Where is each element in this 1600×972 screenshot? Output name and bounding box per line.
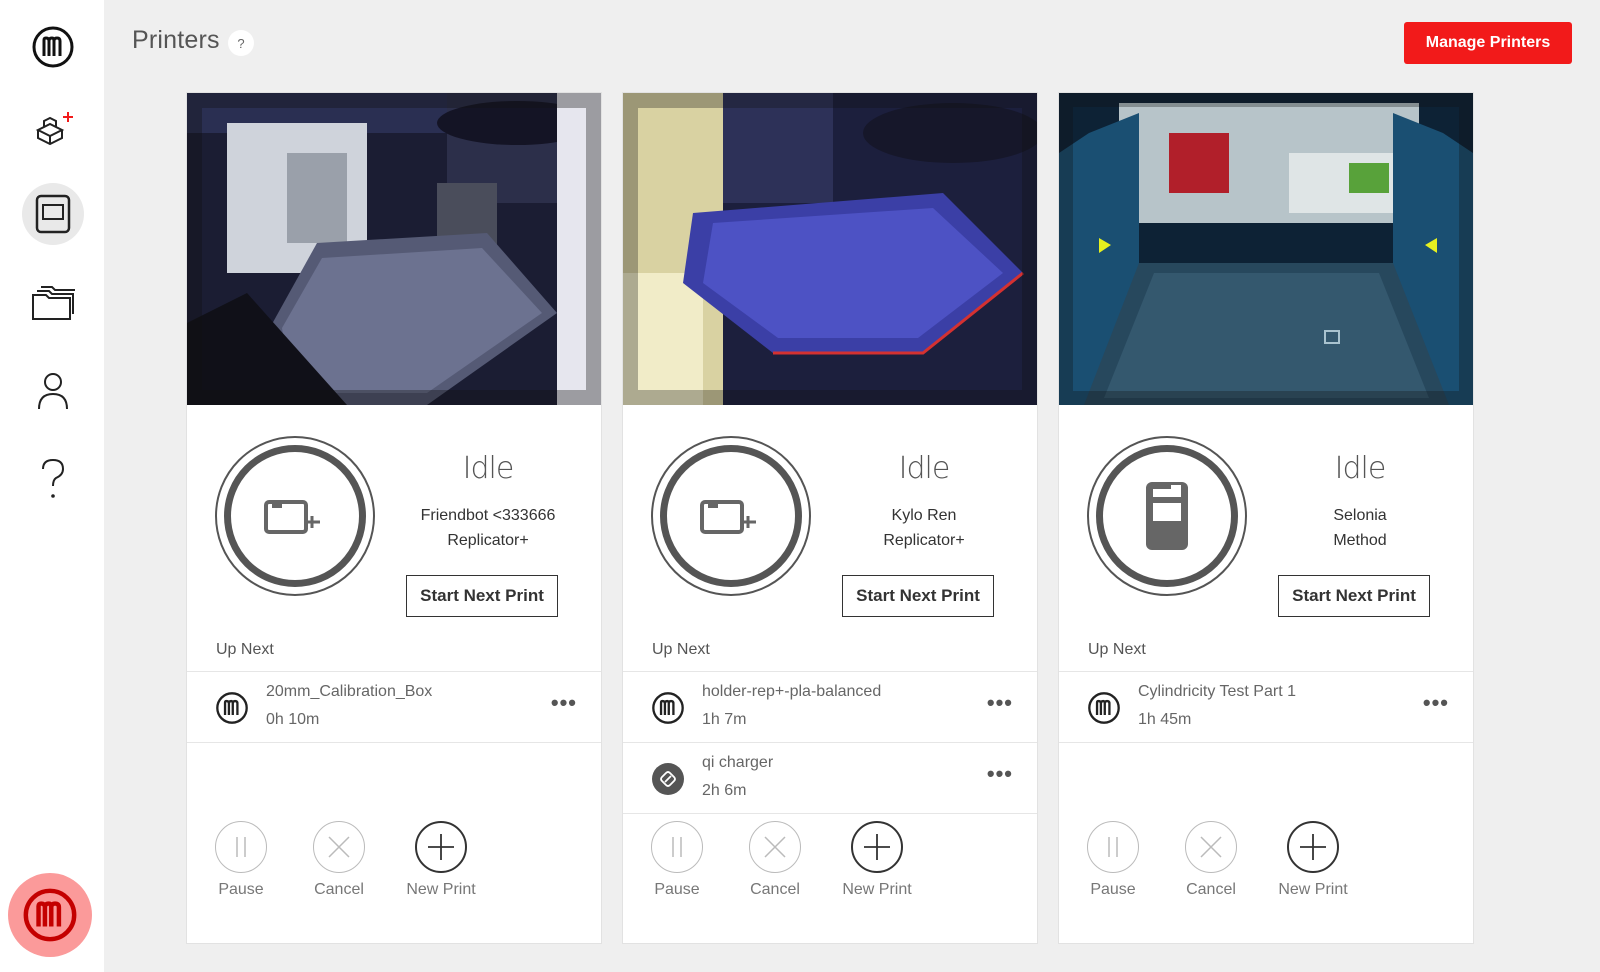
more-options-icon[interactable]: ••• <box>1423 690 1449 716</box>
plus-icon <box>415 821 467 873</box>
start-next-print-button[interactable]: Start Next Print <box>1278 575 1430 617</box>
new-print-label: New Print <box>1278 881 1348 898</box>
cancel-button[interactable]: Cancel <box>299 821 379 899</box>
queue-item[interactable]: 20mm_Calibration_Box 0h 10m ••• <box>187 672 601 743</box>
replicator-printer-icon <box>660 445 802 587</box>
new-print-label: New Print <box>406 881 476 898</box>
pause-button[interactable]: Pause <box>201 821 281 899</box>
queue-item[interactable]: Cylindricity Test Part 1 1h 45m ••• <box>1059 672 1473 743</box>
more-options-icon[interactable]: ••• <box>987 690 1013 716</box>
plus-icon <box>1287 821 1339 873</box>
manage-printers-button[interactable]: Manage Printers <box>1404 22 1572 64</box>
printer-card: Idle Kylo Ren Replicator+ Start Next Pri… <box>622 92 1038 944</box>
printer-name: Friendbot <333666 <box>420 507 556 524</box>
cancel-icon <box>749 821 801 873</box>
printer-status: Idle <box>898 451 951 486</box>
queue-item-name: 20mm_Calibration_Box <box>266 683 433 700</box>
help-icon[interactable] <box>22 448 84 510</box>
queue-item-time: 1h 45m <box>1138 711 1192 728</box>
pause-icon <box>215 821 267 873</box>
makerbot-logo-icon[interactable] <box>8 873 92 957</box>
queue-item-time: 0h 10m <box>266 711 320 728</box>
user-icon[interactable] <box>22 360 84 422</box>
sidebar <box>0 0 104 972</box>
queue-item-time: 1h 7m <box>702 711 747 728</box>
makerbot-logo-icon[interactable] <box>22 16 84 78</box>
up-next-label: Up Next <box>652 641 710 658</box>
printer-model: Replicator+ <box>883 532 965 549</box>
queue-item-time: 2h 6m <box>702 782 747 799</box>
add-model-icon[interactable] <box>22 98 84 160</box>
more-options-icon[interactable]: ••• <box>987 761 1013 787</box>
pause-icon <box>651 821 703 873</box>
page-title: Printers <box>132 26 220 54</box>
cancel-button[interactable]: Cancel <box>1171 821 1251 899</box>
pause-icon <box>1087 821 1139 873</box>
pause-label: Pause <box>654 881 700 898</box>
pause-button[interactable]: Pause <box>637 821 717 899</box>
printer-status: Idle <box>1334 451 1387 486</box>
up-next-label: Up Next <box>1088 641 1146 658</box>
print-queue: holder-rep+-pla-balanced 1h 7m ••• qi ch… <box>623 671 1037 814</box>
printer-icon[interactable] <box>22 183 84 245</box>
queue-item-name: Cylindricity Test Part 1 <box>1138 683 1296 700</box>
print-queue: Cylindricity Test Part 1 1h 45m ••• <box>1059 671 1473 743</box>
camera-feed[interactable] <box>1059 93 1473 405</box>
camera-feed[interactable] <box>623 93 1037 405</box>
pause-button[interactable]: Pause <box>1073 821 1153 899</box>
link-icon <box>651 762 685 796</box>
makerbot-logo-icon <box>1087 691 1121 725</box>
queue-item[interactable]: holder-rep+-pla-balanced 1h 7m ••• <box>623 672 1037 743</box>
print-queue: 20mm_Calibration_Box 0h 10m ••• <box>187 671 601 743</box>
cancel-label: Cancel <box>1186 881 1236 898</box>
makerbot-logo-icon <box>215 691 249 725</box>
status-ring <box>215 436 375 596</box>
pause-label: Pause <box>1090 881 1136 898</box>
status-ring <box>1087 436 1247 596</box>
queue-item-name: holder-rep+-pla-balanced <box>702 683 882 700</box>
makerbot-logo-icon <box>651 691 685 725</box>
printer-model: Replicator+ <box>447 532 529 549</box>
method-printer-icon <box>1096 445 1238 587</box>
cancel-icon <box>313 821 365 873</box>
new-print-button[interactable]: New Print <box>1273 821 1353 899</box>
pause-label: Pause <box>218 881 264 898</box>
plus-icon <box>851 821 903 873</box>
help-badge[interactable]: ? <box>228 30 254 56</box>
new-print-button[interactable]: New Print <box>837 821 917 899</box>
up-next-label: Up Next <box>216 641 274 658</box>
new-print-button[interactable]: New Print <box>401 821 481 899</box>
printer-model: Method <box>1333 532 1387 549</box>
cancel-button[interactable]: Cancel <box>735 821 815 899</box>
printer-card: Idle Selonia Method Start Next Print Up … <box>1058 92 1474 944</box>
folders-icon[interactable] <box>22 272 84 334</box>
new-print-label: New Print <box>842 881 912 898</box>
cancel-icon <box>1185 821 1237 873</box>
queue-item[interactable]: qi charger 2h 6m ••• <box>623 743 1037 814</box>
camera-feed[interactable] <box>187 93 601 405</box>
more-options-icon[interactable]: ••• <box>551 690 577 716</box>
start-next-print-button[interactable]: Start Next Print <box>842 575 994 617</box>
printer-name: Kylo Ren <box>891 507 957 524</box>
start-next-print-button[interactable]: Start Next Print <box>406 575 558 617</box>
status-ring <box>651 436 811 596</box>
printer-name: Selonia <box>1333 507 1387 524</box>
printer-status: Idle <box>462 451 515 486</box>
printer-card: Idle Friendbot <333666 Replicator+ Start… <box>186 92 602 944</box>
cancel-label: Cancel <box>314 881 364 898</box>
queue-item-name: qi charger <box>702 754 774 771</box>
replicator-printer-icon <box>224 445 366 587</box>
cancel-label: Cancel <box>750 881 800 898</box>
